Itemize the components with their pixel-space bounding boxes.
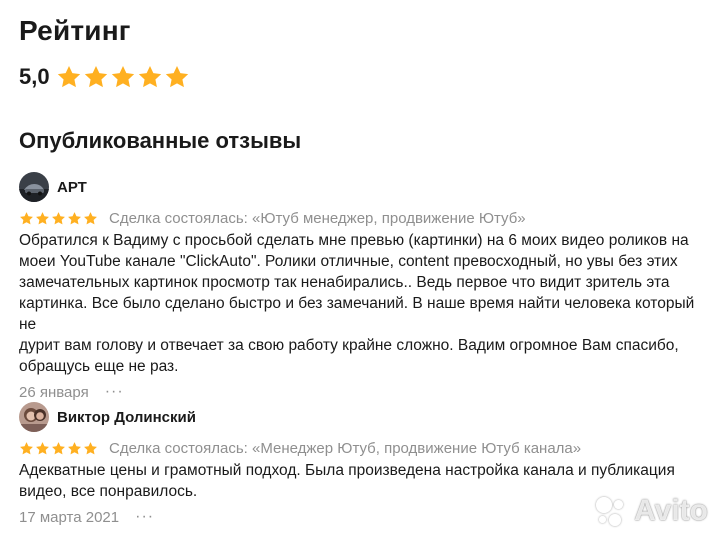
page-title: Рейтинг [19, 15, 131, 46]
avito-watermark-text: Avito [634, 494, 708, 527]
star-icon [68, 211, 81, 224]
star-icon [36, 211, 49, 224]
review-author-name[interactable]: АРТ [57, 179, 87, 196]
review-deal-text: Сделка состоялась: «Менеджер Ютуб, продв… [109, 439, 582, 457]
rating-value: 5,0 [19, 64, 50, 89]
star-icon [20, 441, 33, 454]
star-icon [111, 65, 134, 88]
avatar[interactable] [19, 402, 49, 432]
review-date: 26 января [19, 383, 89, 401]
review-text-line: обращусь еще не раз. [19, 358, 179, 375]
review-text-line: Адекватные цены и грамотный подход. Была… [19, 462, 675, 479]
star-icon [52, 211, 65, 224]
review-stars [19, 211, 99, 226]
more-options-icon[interactable]: ··· [135, 508, 154, 526]
review-text-line: Обратился к Вадиму с просьбой сделать мн… [19, 232, 689, 249]
review-meta-row: 26 января ··· [19, 383, 709, 401]
star-icon [84, 211, 97, 224]
star-icon [84, 441, 97, 454]
review-text: Обратился к Вадиму с просьбой сделать мн… [19, 230, 709, 377]
review-author-row: АРТ [19, 170, 709, 204]
star-icon [57, 65, 80, 88]
star-icon [68, 441, 81, 454]
review-text-line: картинка. Все было сделано быстро и без … [19, 295, 695, 333]
review-text-line: дурит вам голову и отвечает за свою рабо… [19, 337, 679, 354]
review-deal-row: Сделка состоялась: «Менеджер Ютуб, продв… [19, 438, 709, 458]
more-options-icon[interactable]: ··· [105, 383, 124, 401]
avito-watermark: Avito [596, 494, 708, 528]
review-text-line: моеи YouTube канале "ClickAuto". Ролики … [19, 253, 678, 270]
section-title: Опубликованные отзывы [19, 128, 302, 153]
avito-logo-icon [596, 496, 630, 526]
review-deal-row: Сделка состоялась: «Ютуб менеджер, продв… [19, 208, 709, 228]
review-date: 17 марта 2021 [19, 508, 120, 526]
review-author-name[interactable]: Виктор Долинский [57, 409, 196, 426]
star-icon [36, 441, 49, 454]
avatar[interactable] [19, 172, 49, 202]
rating-stars [56, 64, 191, 90]
review-card: АРТ Сделка состоялась: «Ютуб менеджер, п… [19, 170, 709, 401]
star-icon [52, 441, 65, 454]
star-icon [84, 65, 107, 88]
review-text-line: замечательных картинок просмотр так нена… [19, 274, 670, 291]
review-author-row: Виктор Долинский [19, 400, 709, 434]
review-deal-text: Сделка состоялась: «Ютуб менеджер, продв… [109, 209, 526, 227]
star-icon [138, 65, 161, 88]
star-icon [165, 65, 188, 88]
review-stars [19, 441, 99, 456]
star-icon [20, 211, 33, 224]
overall-rating: 5,0 [19, 64, 191, 90]
